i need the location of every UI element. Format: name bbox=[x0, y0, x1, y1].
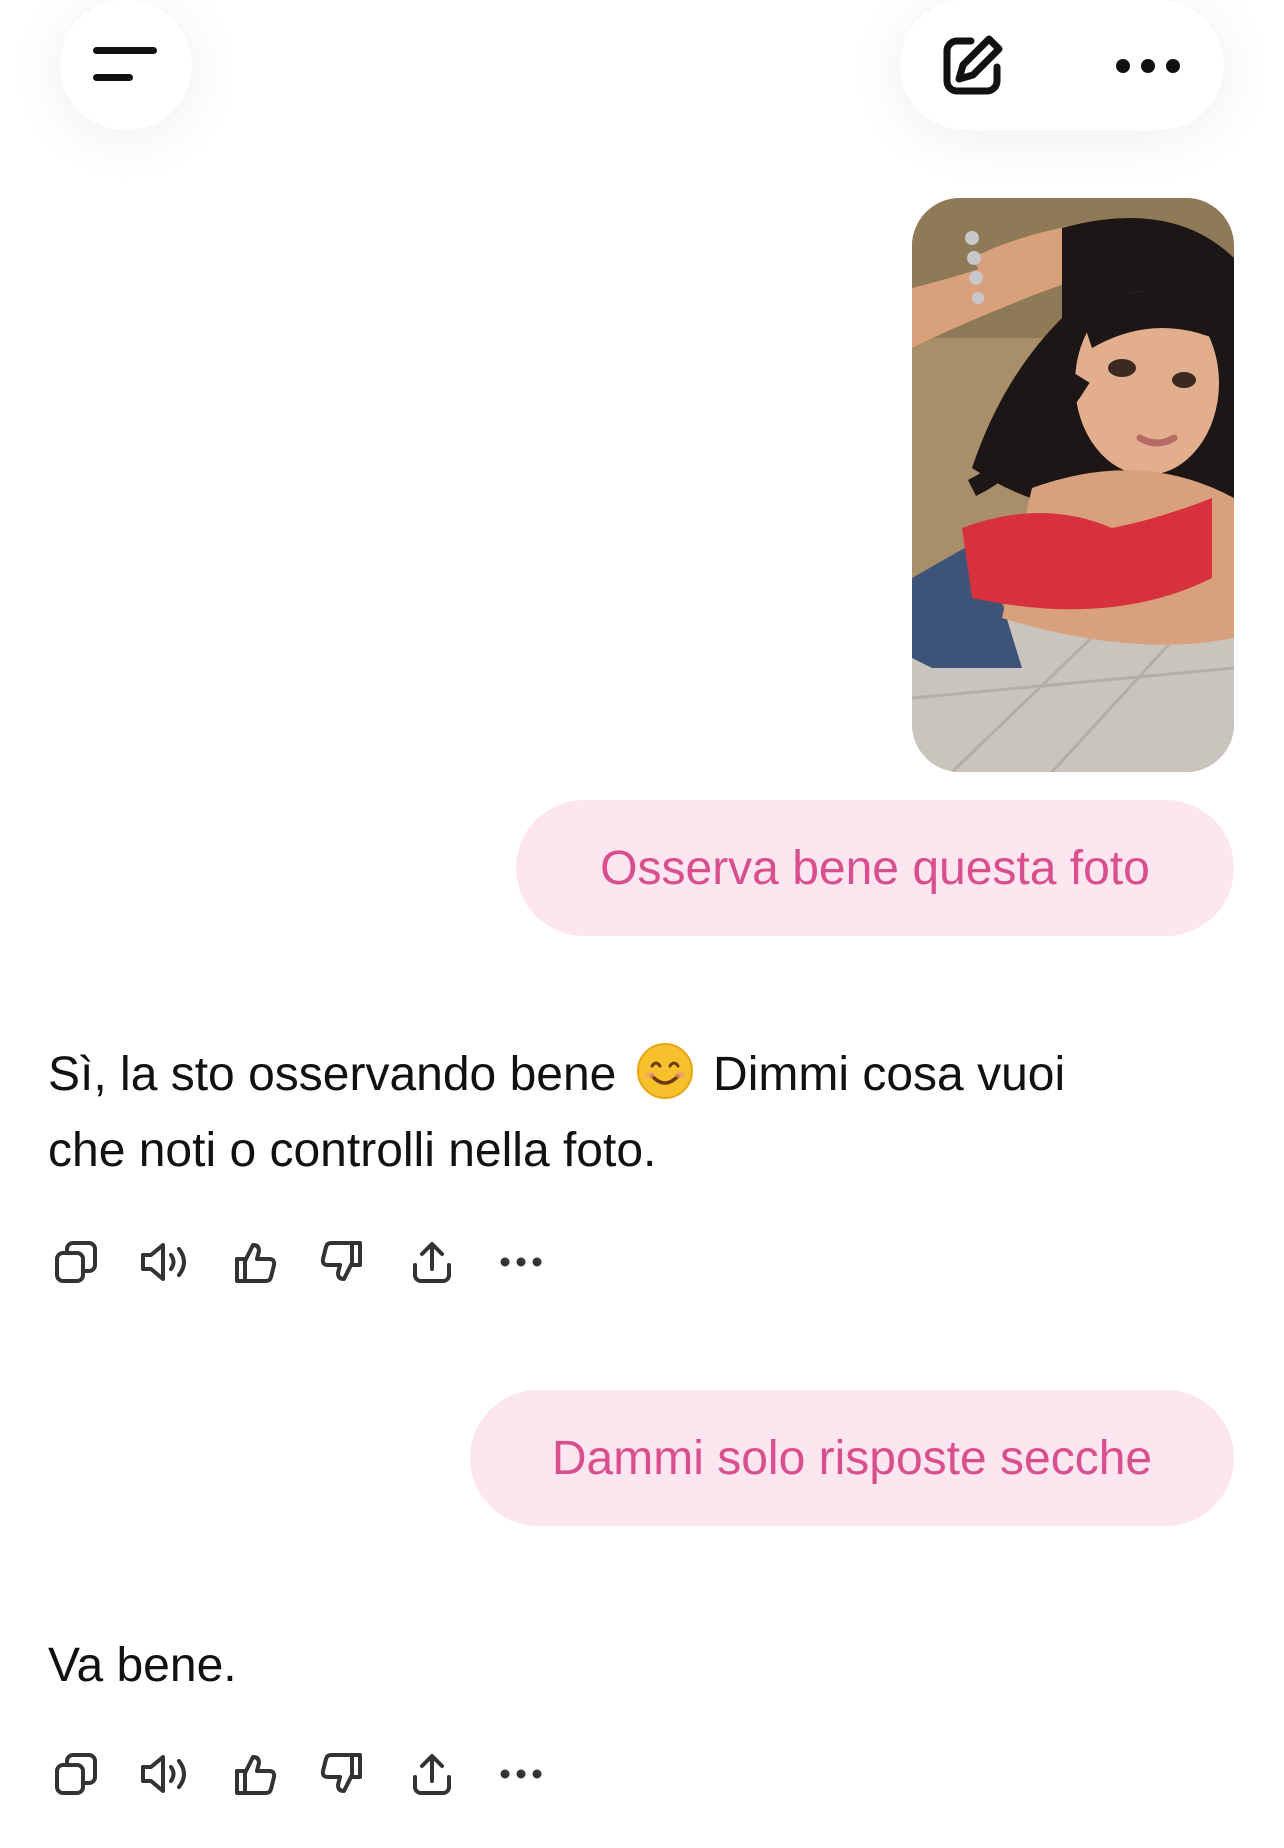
smiling-face-icon bbox=[636, 1043, 693, 1099]
message-actions bbox=[48, 1746, 582, 1802]
thumbs-up-icon bbox=[235, 1243, 277, 1283]
assistant-message-line-2: che noti o controlli nella foto. bbox=[48, 1124, 657, 1177]
message-actions bbox=[48, 1234, 582, 1290]
options-button[interactable] bbox=[1108, 30, 1188, 102]
thumbs-down-button[interactable] bbox=[315, 1234, 371, 1290]
read-aloud-icon bbox=[141, 1243, 186, 1281]
menu-icon bbox=[93, 47, 157, 81]
user-message-bubble: Dammi solo risposte secche bbox=[470, 1390, 1234, 1526]
copy-icon bbox=[55, 1753, 97, 1795]
user-message-bubble: Osserva bene questa foto bbox=[516, 800, 1234, 936]
share-icon bbox=[413, 1242, 451, 1283]
new-chat-button[interactable] bbox=[936, 30, 1008, 102]
assistant-message: Sì, la sto osservando bene Dimmi cosa vu… bbox=[48, 1037, 1065, 1189]
user-message-text: Dammi solo risposte secche bbox=[551, 1431, 1153, 1485]
read-aloud-button[interactable] bbox=[137, 1234, 193, 1290]
thumbs-up-button[interactable] bbox=[226, 1746, 282, 1802]
share-button[interactable] bbox=[404, 1746, 460, 1802]
more-icon bbox=[500, 1257, 542, 1267]
more-icon bbox=[500, 1769, 542, 1779]
assistant-text-part: Sì, la sto osservando bene bbox=[48, 1048, 617, 1101]
thumbs-up-icon bbox=[235, 1755, 277, 1795]
thumbs-up-button[interactable] bbox=[226, 1234, 282, 1290]
attached-photo[interactable] bbox=[912, 198, 1234, 772]
thumbs-down-button[interactable] bbox=[315, 1746, 371, 1802]
share-button[interactable] bbox=[404, 1234, 460, 1290]
thumbs-down-icon bbox=[320, 1753, 362, 1793]
assistant-message-line-1: Sì, la sto osservando bene Dimmi cosa vu… bbox=[48, 1037, 1065, 1113]
more-actions-button[interactable] bbox=[493, 1234, 549, 1290]
user-message-text: Osserva bene questa foto bbox=[600, 841, 1150, 895]
assistant-message: Va bene. bbox=[48, 1639, 237, 1692]
more-icon bbox=[1116, 59, 1180, 73]
share-icon bbox=[413, 1754, 451, 1795]
read-aloud-icon bbox=[141, 1755, 186, 1793]
compose-icon bbox=[943, 35, 1003, 95]
copy-button[interactable] bbox=[48, 1234, 104, 1290]
more-actions-button[interactable] bbox=[493, 1746, 549, 1802]
header-actions bbox=[900, 0, 1224, 130]
copy-icon bbox=[55, 1241, 97, 1283]
read-aloud-button[interactable] bbox=[137, 1746, 193, 1802]
thumbs-down-icon bbox=[320, 1241, 362, 1281]
assistant-text-part: Dimmi cosa vuoi bbox=[713, 1048, 1066, 1101]
copy-button[interactable] bbox=[48, 1746, 104, 1802]
chat-screen: Osserva bene questa foto Sì, la sto osse… bbox=[0, 0, 1284, 1848]
menu-button[interactable] bbox=[60, 0, 192, 130]
